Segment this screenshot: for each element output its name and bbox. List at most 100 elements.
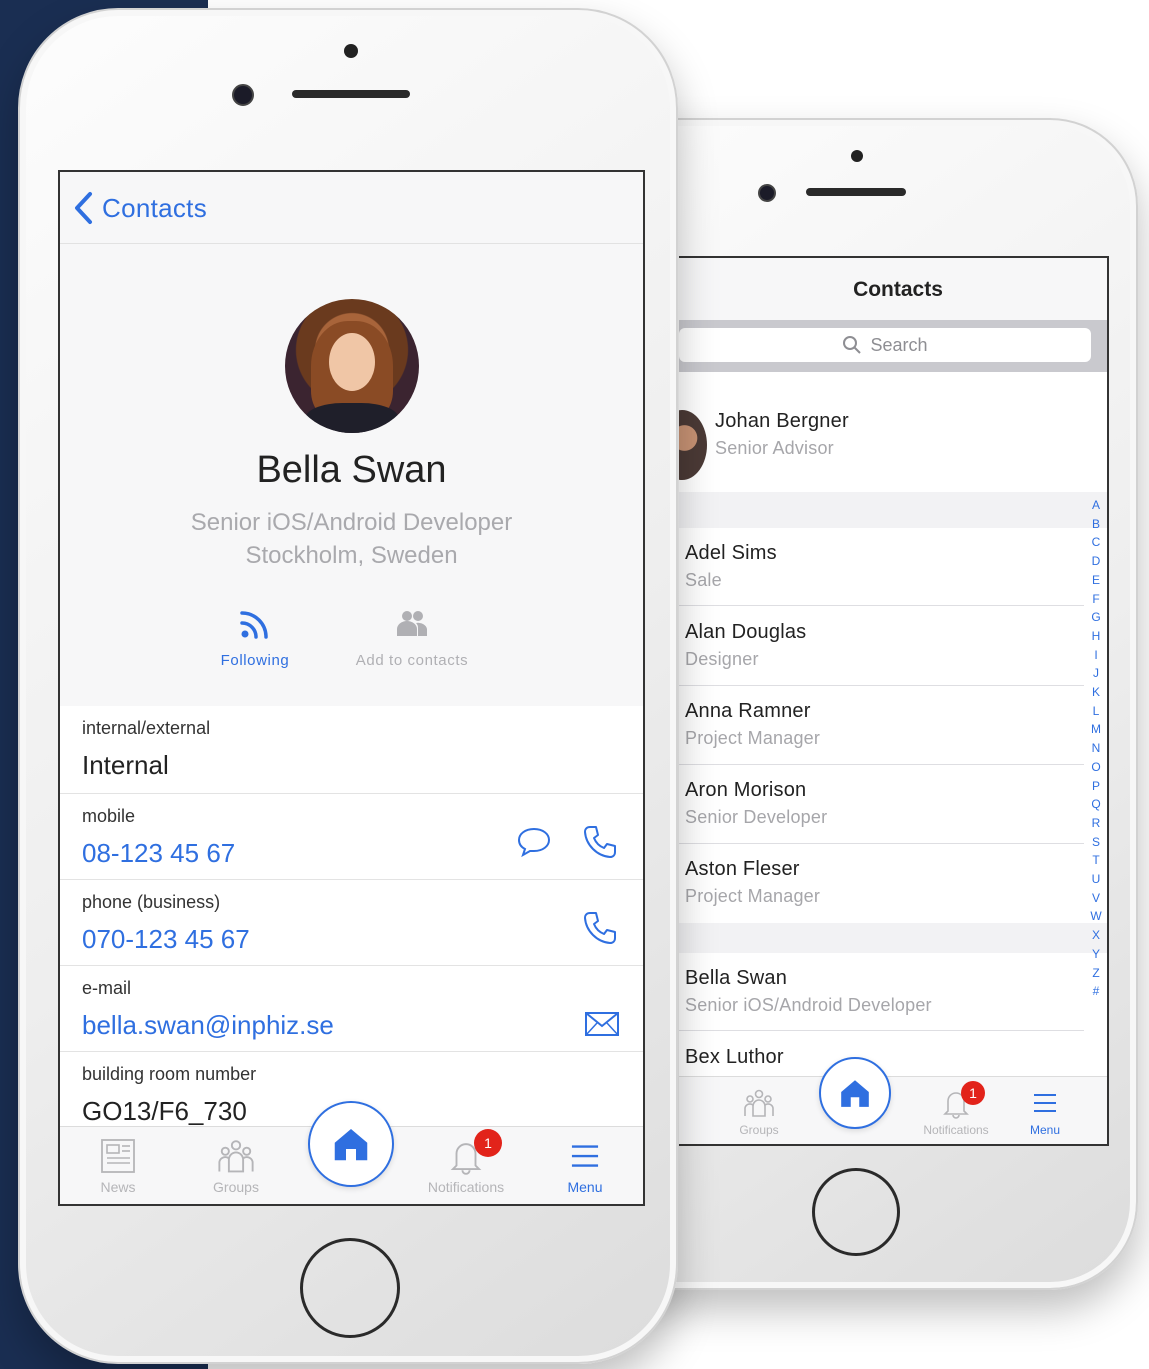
index-letter[interactable]: R <box>1092 814 1101 833</box>
index-letter[interactable]: O <box>1091 758 1100 777</box>
phone-icon[interactable] <box>582 910 618 946</box>
news-icon <box>101 1139 135 1173</box>
tab-groups[interactable]: Groups <box>196 1137 276 1195</box>
profile-name: Bella Swan <box>256 449 447 491</box>
contact-title: Senior Developer <box>685 807 828 827</box>
list-item[interactable]: Adel Sims Sale <box>679 528 1084 606</box>
section-header <box>679 923 1107 953</box>
index-letter[interactable]: Y <box>1092 945 1100 964</box>
action-label: Following <box>220 652 290 669</box>
chat-bubble-icon[interactable] <box>516 824 552 860</box>
list-item-featured[interactable]: Johan Bergner Senior Advisor <box>679 382 1084 492</box>
search-input[interactable]: Search <box>679 328 1091 362</box>
home-icon <box>334 1129 368 1161</box>
search-bar-container: Search <box>679 320 1107 372</box>
rss-icon <box>240 611 268 639</box>
tab-groups[interactable]: Groups <box>719 1087 799 1137</box>
field-label: internal/external <box>82 718 211 738</box>
add-to-contacts-button[interactable]: Add to contacts <box>342 606 482 669</box>
home-icon <box>841 1080 869 1107</box>
home-button[interactable] <box>308 1101 394 1187</box>
index-letter[interactable]: P <box>1092 777 1100 796</box>
avatar <box>679 410 707 480</box>
contact-title: Sale <box>685 570 722 590</box>
index-letter[interactable]: G <box>1091 608 1100 627</box>
mobile-number-link[interactable]: 08-123 45 67 <box>82 838 235 869</box>
groups-icon <box>744 1089 774 1117</box>
mail-icon[interactable] <box>584 1006 620 1042</box>
index-letter[interactable]: M <box>1091 720 1101 739</box>
phone-icon[interactable] <box>582 824 618 860</box>
field-email: e-mail bella.swan@inphiz.se <box>60 966 643 1052</box>
field-label: e-mail <box>82 978 132 998</box>
tab-notifications[interactable]: Notifications 1 <box>416 1129 516 1195</box>
index-letter[interactable]: H <box>1092 627 1101 646</box>
sensor-dot <box>344 44 358 58</box>
field-mobile: mobile 08-123 45 67 <box>60 794 643 880</box>
profile-header: Bella Swan Senior iOS/Android Developer … <box>60 244 643 706</box>
list-item[interactable]: Aston Fleser Project Manager <box>679 844 1084 923</box>
home-button[interactable] <box>819 1057 891 1129</box>
index-letter[interactable]: Z <box>1092 964 1099 983</box>
tab-label: Menu <box>567 1179 603 1195</box>
index-letter[interactable]: J <box>1093 664 1099 683</box>
index-letter[interactable]: K <box>1092 683 1100 702</box>
alphabet-index[interactable]: A B C D E F G H I J K L M N O P Q R S T U V W X Y Z # <box>1089 496 1103 1001</box>
notification-badge: 1 <box>474 1129 502 1157</box>
list-item[interactable]: Aron Morison Senior Developer <box>679 765 1084 844</box>
contact-title: Senior iOS/Android Developer <box>685 995 932 1015</box>
hardware-home-button[interactable] <box>812 1168 900 1256</box>
hardware-home-button[interactable] <box>300 1238 400 1338</box>
business-phone-link[interactable]: 070-123 45 67 <box>82 924 250 955</box>
email-link[interactable]: bella.swan@inphiz.se <box>82 1010 334 1041</box>
phone-profile: Contacts Bella Swan Senior iOS/Android D… <box>18 8 678 1364</box>
tab-label: News <box>100 1179 136 1195</box>
index-letter[interactable]: C <box>1092 533 1101 552</box>
index-letter[interactable]: N <box>1092 739 1101 758</box>
index-letter[interactable]: I <box>1094 646 1097 665</box>
tab-bar: Groups Notifications 1 Menu <box>679 1057 1107 1144</box>
index-letter[interactable]: E <box>1092 571 1100 590</box>
index-letter[interactable]: U <box>1092 870 1101 889</box>
tab-label: Menu <box>1029 1123 1061 1137</box>
field-internal-external: internal/external Internal <box>60 706 643 794</box>
back-label: Contacts <box>102 192 208 223</box>
index-letter[interactable]: V <box>1092 889 1100 908</box>
list-item[interactable]: Alan Douglas Designer <box>679 607 1084 686</box>
contact-name: Alan Douglas <box>685 621 807 643</box>
people-icon <box>397 611 427 636</box>
menu-icon <box>1034 1094 1056 1112</box>
index-letter[interactable]: L <box>1093 702 1100 721</box>
index-letter[interactable]: A <box>1092 496 1100 515</box>
contact-title: Designer <box>685 649 759 669</box>
tab-news[interactable]: News <box>80 1137 156 1195</box>
back-button[interactable]: Contacts <box>72 190 207 226</box>
tab-notifications[interactable]: Notifications 1 <box>911 1081 1001 1137</box>
front-camera <box>232 84 254 106</box>
index-letter[interactable]: Q <box>1091 795 1100 814</box>
contacts-screen: Contacts Search Johan Bergner Senior Adv… <box>679 256 1109 1146</box>
index-letter[interactable]: F <box>1092 590 1099 609</box>
following-button[interactable]: Following <box>210 606 300 669</box>
index-letter[interactable]: X <box>1092 926 1100 945</box>
list-item[interactable]: Anna Ramner Project Manager <box>679 686 1084 765</box>
action-label: Add to contacts <box>355 652 469 669</box>
tab-label: Notifications <box>427 1179 505 1195</box>
contact-name: Aston Fleser <box>685 858 800 880</box>
tab-label: Groups <box>213 1179 259 1195</box>
index-letter[interactable]: B <box>1092 515 1100 534</box>
page-title: Contacts <box>853 278 943 301</box>
field-phone-business: phone (business) 070-123 45 67 <box>60 880 643 966</box>
index-letter[interactable]: S <box>1092 833 1100 852</box>
profile-location: Stockholm, Sweden <box>245 542 458 569</box>
search-icon <box>843 336 862 354</box>
sensor-dot <box>851 150 863 162</box>
index-letter[interactable]: T <box>1092 851 1099 870</box>
index-letter[interactable]: D <box>1092 552 1101 571</box>
list-item[interactable]: Bella Swan Senior iOS/Android Developer <box>679 953 1084 1031</box>
profile-job-title: Senior iOS/Android Developer <box>190 509 513 536</box>
tab-menu[interactable]: Menu <box>1015 1087 1075 1137</box>
index-letter[interactable]: # <box>1093 982 1100 1001</box>
tab-menu[interactable]: Menu <box>552 1137 618 1195</box>
index-letter[interactable]: W <box>1090 907 1101 926</box>
